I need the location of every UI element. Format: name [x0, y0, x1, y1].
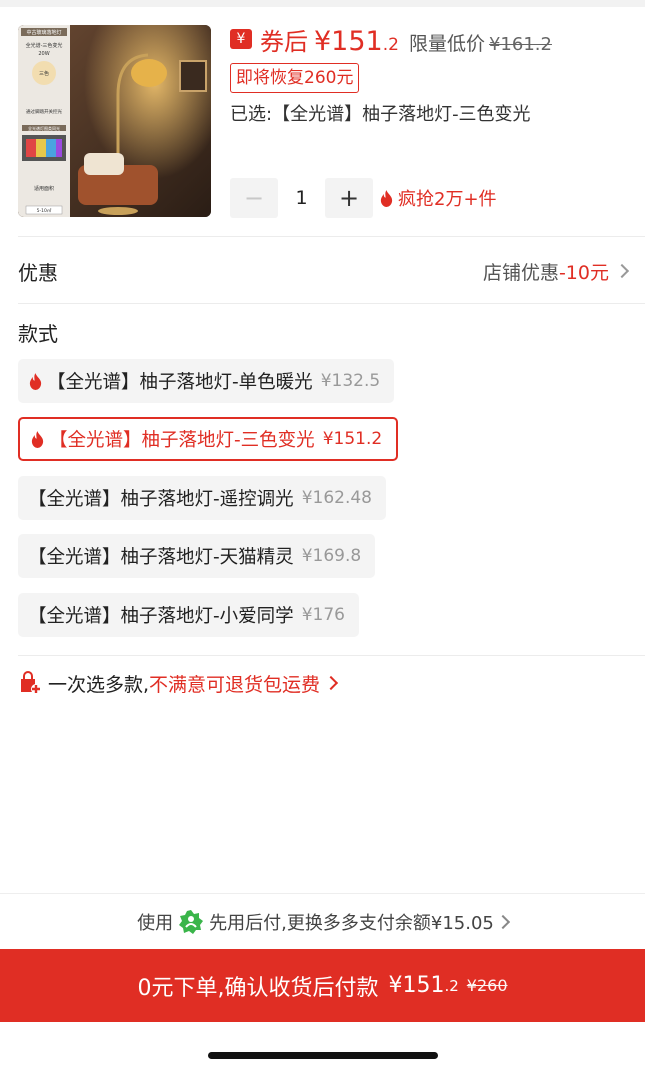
variant-name: 【全光谱】柚子落地灯-遥控调光	[28, 489, 294, 510]
discount-amount: -10元	[558, 261, 609, 284]
product-thumbnail[interactable]: 中古玻璃落地灯 全光谱-三色变光 20W 三色 通过脚踏开关控光 全光谱灯图类同…	[18, 25, 211, 217]
price-row: ¥ 券后 ¥151 .2 限量低价 ¥161.2	[230, 22, 552, 57]
order-button-price: ¥151	[388, 973, 445, 998]
quantity-stepper: − 1 + 疯抢2万+件	[230, 178, 497, 218]
thumb-line-2: 20W	[38, 51, 49, 57]
discount-row[interactable]: 优惠 店铺优惠 -10元	[18, 240, 630, 302]
order-button-label: 0元下单,确认收货后付款	[137, 975, 379, 1001]
shopping-bag-icon	[21, 671, 41, 694]
order-button-price-decimal: .2	[444, 976, 459, 995]
hot-sales-text: 疯抢2万+件	[398, 189, 497, 210]
flame-icon	[29, 372, 42, 390]
chevron-right-icon	[495, 914, 510, 930]
chevron-right-icon	[614, 263, 630, 279]
variant-price: ¥132.5	[320, 371, 381, 391]
pay-later-text: 先用后付,更换多多支付余额¥15.05	[209, 913, 494, 934]
quantity-plus-button[interactable]: +	[325, 178, 373, 218]
limited-label: 限量低价	[408, 33, 485, 55]
style-section-title: 款式	[18, 322, 58, 346]
original-price: ¥161.2	[488, 34, 552, 55]
promo-red-text: 不满意可退货包运费	[149, 673, 321, 696]
variant-option[interactable]: 【全光谱】柚子落地灯-小爱同学 ¥176	[18, 593, 359, 637]
variant-price: ¥169.8	[301, 546, 362, 566]
promo-text: 一次选多款,	[48, 673, 150, 696]
variant-option[interactable]: 【全光谱】柚子落地灯-单色暖光 ¥132.5	[18, 359, 395, 403]
pay-later-badge-icon	[179, 910, 204, 934]
variant-option[interactable]: 【全光谱】柚子落地灯-天猫精灵 ¥169.8	[18, 534, 376, 578]
divider	[18, 655, 645, 656]
discount-label: 优惠	[18, 260, 58, 285]
variant-option[interactable]: 【全光谱】柚子落地灯-遥控调光 ¥162.48	[18, 476, 386, 520]
variant-name: 【全光谱】柚子落地灯-小爱同学	[28, 606, 294, 627]
pay-later-prefix: 使用	[137, 913, 174, 934]
variant-name: 【全光谱】柚子落地灯-三色变光	[49, 430, 315, 451]
quantity-value[interactable]: 1	[278, 187, 325, 209]
floor-lamp-photo-icon: 中古玻璃落地灯 全光谱-三色变光 20W 三色 通过脚踏开关控光 全光谱灯图类同…	[18, 25, 211, 217]
place-order-button[interactable]: 0元下单,确认收货后付款 ¥151 .2 ¥260	[0, 949, 645, 1022]
flame-icon	[31, 430, 44, 448]
thumb-line-1: 全光谱-三色变光	[26, 42, 63, 49]
variant-name: 【全光谱】柚子落地灯-天猫精灵	[28, 547, 294, 568]
quantity-minus-button[interactable]: −	[230, 178, 278, 218]
order-button-original-price: ¥260	[466, 976, 508, 995]
thumb-tag: 中古玻璃落地灯	[26, 29, 61, 36]
thumb-area-label: 适用面积	[34, 185, 54, 192]
variant-name: 【全光谱】柚子落地灯-单色暖光	[47, 372, 313, 393]
coupon-icon: ¥	[230, 29, 252, 49]
home-indicator[interactable]	[208, 1052, 438, 1059]
thumb-circle-label: 三色	[39, 70, 49, 77]
divider	[18, 236, 645, 237]
thumb-spectrum-tag: 全光谱灯图类同光	[28, 125, 60, 131]
flame-icon	[380, 189, 393, 207]
chevron-right-icon	[323, 675, 339, 691]
coupon-price: ¥151	[314, 26, 383, 57]
thumb-bottom-line: 通过脚踏开关控光	[26, 108, 62, 115]
pay-later-row[interactable]: 使用 先用后付,更换多多支付余额¥15.05	[0, 893, 645, 950]
discount-value-prefix: 店铺优惠	[482, 261, 559, 284]
variant-option-selected[interactable]: 【全光谱】柚子落地灯-三色变光 ¥151.2	[18, 417, 399, 461]
discount-value: 店铺优惠 -10元	[482, 258, 630, 285]
variant-price: ¥162.48	[301, 488, 372, 508]
price-prefix: 券后	[260, 28, 308, 56]
return-promo-row[interactable]: 一次选多款, 不满意可退货包运费	[18, 668, 339, 698]
divider	[18, 303, 645, 304]
coupon-price-decimal: .2	[382, 35, 399, 55]
thumb-area-value: 5-10㎡	[37, 207, 52, 214]
selected-variant-text: 已选:【全光谱】柚子落地灯-三色变光	[230, 104, 531, 125]
variant-price: ¥151.2	[322, 429, 383, 449]
variant-price: ¥176	[301, 605, 345, 625]
top-strip	[0, 0, 645, 7]
hot-sales-label: 疯抢2万+件	[379, 185, 497, 211]
restore-price-tag: 即将恢复260元	[230, 63, 360, 93]
